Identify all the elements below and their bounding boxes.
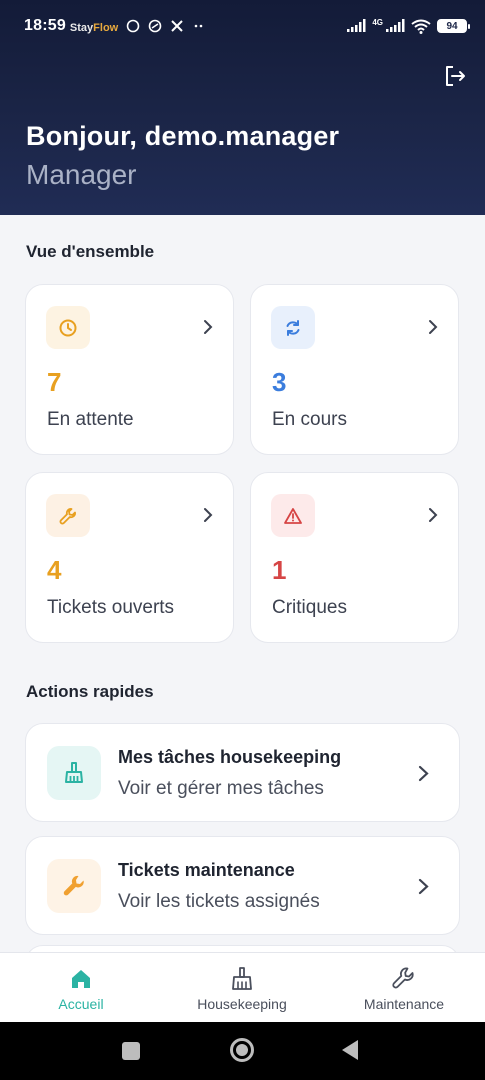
overview-section-title: Vue d'ensemble (26, 242, 155, 261)
logout-icon[interactable] (443, 64, 467, 88)
broom-icon (65, 762, 83, 783)
nav-label-home: Accueil (58, 996, 104, 1012)
action-title: Mes tâches housekeeping (118, 747, 342, 767)
alert-triangle-icon (284, 507, 302, 524)
broom-icon (232, 967, 252, 990)
wrench-icon (392, 967, 414, 989)
back-button-icon[interactable] (340, 1039, 360, 1061)
whatsapp-icon (126, 19, 140, 33)
stat-icon-badge (46, 494, 90, 537)
status-time: 18:59 (24, 17, 66, 34)
status-app-name-accent: Flow (93, 22, 119, 34)
x-logo-icon (171, 20, 183, 32)
battery-indicator: 94 (437, 19, 470, 33)
wrench-icon (63, 875, 84, 896)
stat-label: En cours (272, 409, 347, 430)
chevron-right-icon (429, 508, 438, 522)
stat-value: 7 (47, 367, 62, 397)
wrench-icon (59, 507, 76, 524)
stat-label: Critiques (272, 597, 347, 618)
stat-card-in-progress[interactable]: 3 En cours (250, 284, 459, 455)
stat-icon-badge (271, 306, 315, 349)
action-housekeeping-tasks[interactable]: Mes tâches housekeeping Voir et gérer me… (25, 723, 460, 822)
stat-label: En attente (47, 409, 134, 430)
action-subtitle: Voir les tickets assignés (118, 891, 320, 912)
stat-label: Tickets ouverts (47, 597, 175, 618)
stat-value: 3 (272, 367, 287, 397)
stat-card-open-tickets[interactable]: 4 Tickets ouverts (25, 472, 234, 643)
signal-icon (347, 19, 366, 32)
refresh-icon (286, 319, 300, 336)
action-title: Tickets maintenance (118, 860, 295, 880)
signal-icon (386, 19, 405, 32)
chevron-right-icon (429, 320, 438, 334)
stat-icon-badge (46, 306, 90, 349)
sync-icon (148, 19, 162, 33)
action-subtitle: Voir et gérer mes tâches (118, 778, 324, 799)
status-bar: 18:59 StayFlow 4G 94 (24, 12, 470, 40)
bottom-navigation: Accueil Housekeeping Maintenance (0, 952, 485, 1022)
app-header: 18:59 StayFlow 4G 94 Bonjour, demo.manag… (0, 0, 485, 215)
nav-item-home[interactable]: Accueil (30, 953, 132, 1023)
quick-actions-section-title: Actions rapides (26, 682, 154, 701)
action-icon-badge (47, 859, 101, 913)
status-app-name: StayFlow (70, 22, 118, 34)
clock-icon (59, 319, 77, 336)
stat-value: 4 (47, 555, 62, 585)
system-navigation-bar (0, 1022, 485, 1080)
nav-label-maintenance: Maintenance (363, 996, 445, 1012)
chevron-right-icon (418, 878, 429, 895)
recent-apps-icon[interactable] (121, 1041, 141, 1061)
action-maintenance-tickets[interactable]: Tickets maintenance Voir les tickets ass… (25, 836, 460, 935)
stat-card-critical[interactable]: 1 Critiques (250, 472, 459, 643)
status-app-name-white: Stay (69, 22, 94, 34)
wifi-icon (411, 19, 431, 34)
network-type: 4G (372, 17, 383, 27)
user-role: Manager (26, 159, 137, 190)
more-dots-icon (194, 24, 203, 28)
chevron-right-icon (204, 320, 213, 334)
greeting-title: Bonjour, demo.manager (26, 121, 340, 151)
nav-item-maintenance[interactable]: Maintenance (352, 953, 456, 1023)
stat-card-pending[interactable]: 7 En attente (25, 284, 234, 455)
stat-icon-badge (271, 494, 315, 537)
home-button-icon[interactable] (229, 1037, 255, 1063)
nav-item-housekeeping[interactable]: Housekeeping (182, 953, 302, 1023)
nav-label-housekeeping: Housekeeping (197, 996, 287, 1012)
chevron-right-icon (418, 765, 429, 782)
stat-value: 1 (272, 555, 287, 585)
chevron-right-icon (204, 508, 213, 522)
home-icon (72, 970, 90, 988)
action-icon-badge (47, 746, 101, 800)
